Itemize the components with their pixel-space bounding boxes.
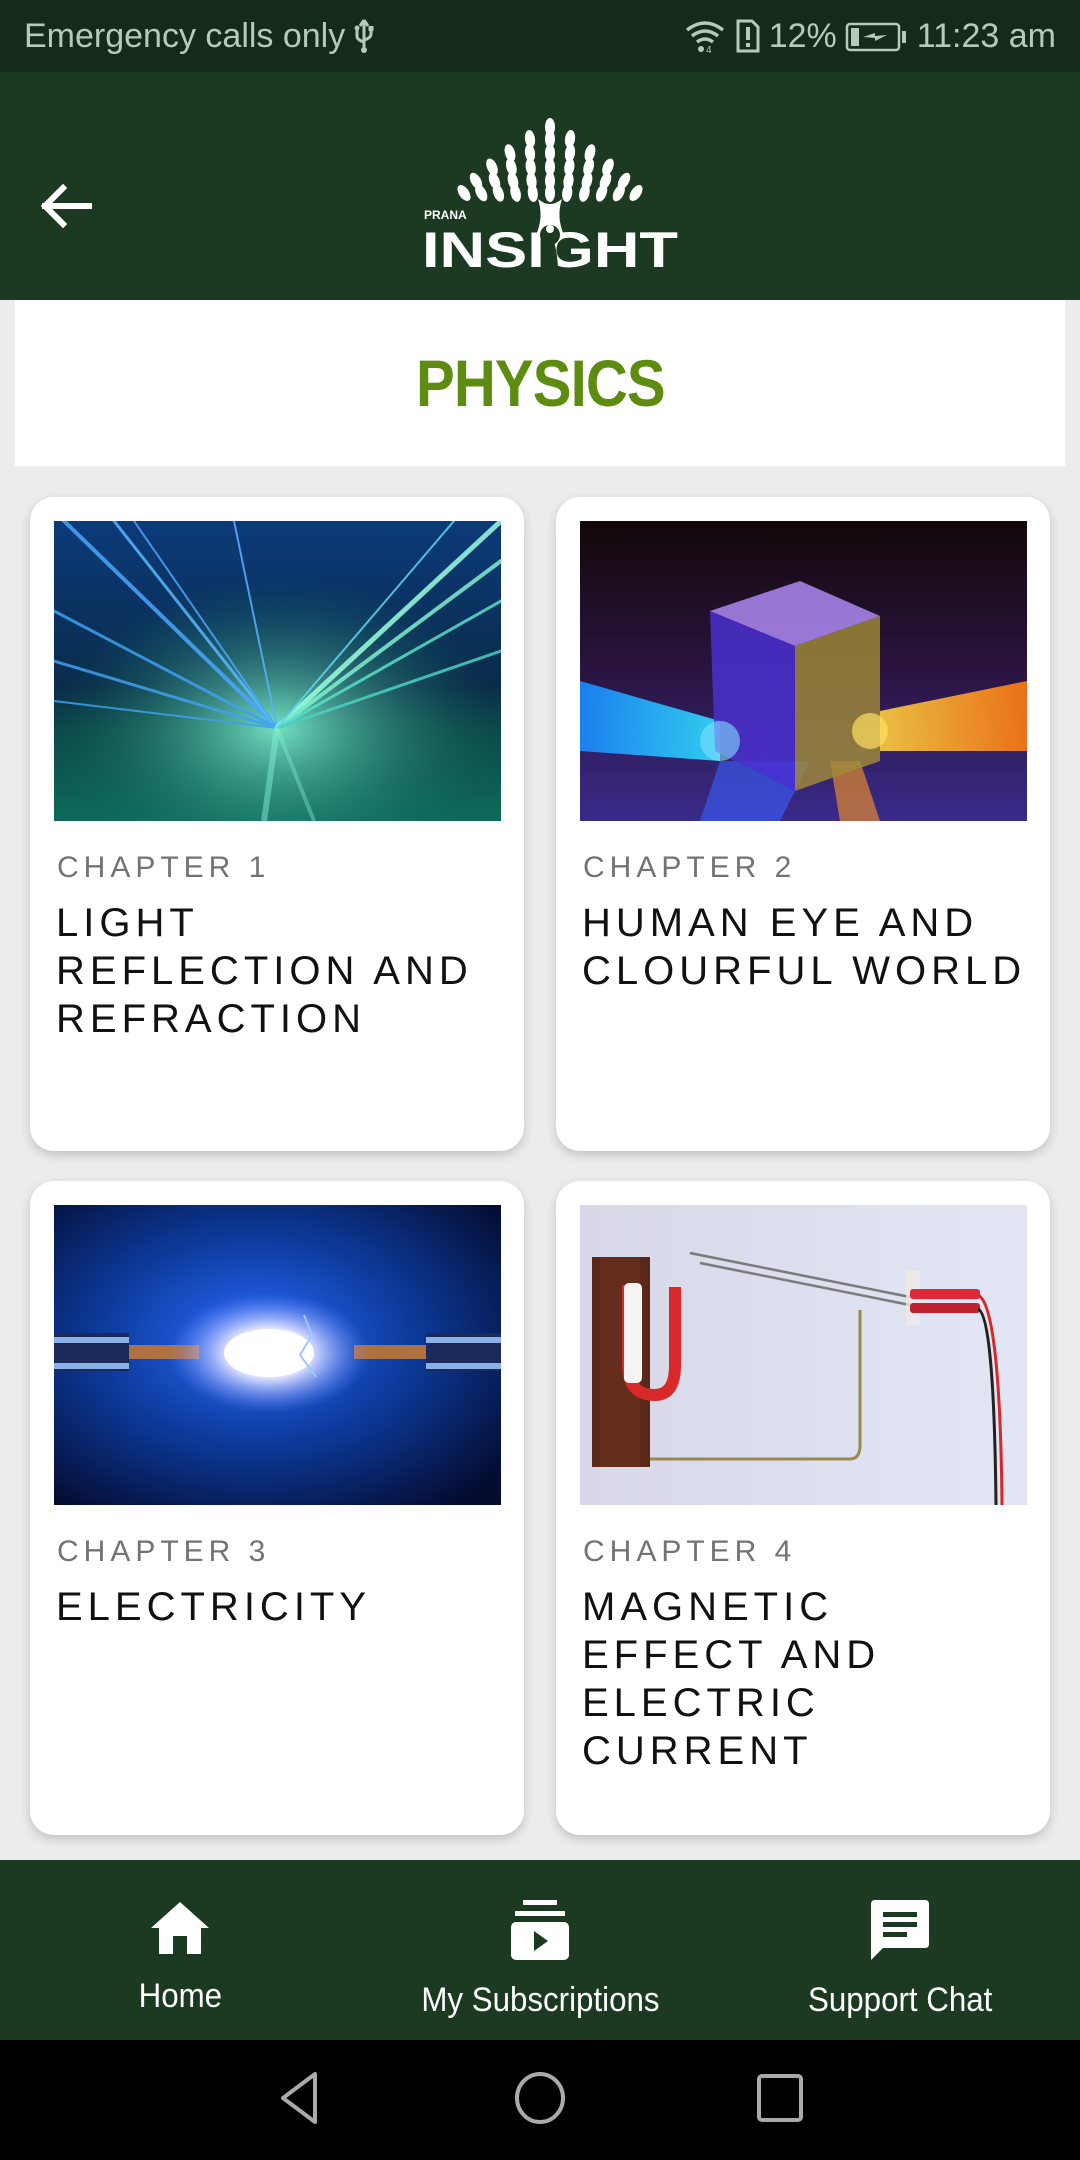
logo-leaf [629,185,643,201]
system-nav-bar [0,2040,1080,2160]
chat-icon [869,1898,931,1967]
chapter-label: CHAPTER 2 [583,851,797,884]
sim-alert-icon [735,18,761,54]
electric-spark-image [54,1205,501,1505]
magnet-apparatus-image [580,1205,1027,1505]
battery-charging-icon [845,18,909,54]
nav-home-label: Home [138,1977,222,2015]
chapter-card[interactable]: CHAPTER 4 MAGNETIC EFFECT AND ELECTRIC C… [556,1181,1050,1835]
prism-light-image [580,521,1027,821]
status-bar: Emergency calls only 4 12% 11:23 am [0,0,1080,72]
tree-logo-icon: PRANA INSIGHT [422,118,678,278]
chapter-title: LIGHT REFLECTION AND REFRACTION [56,901,473,1041]
page-title: PHYSICS [415,346,666,420]
chapter-title: HUMAN EYE AND CLOURFUL WORLD [582,901,1027,993]
recents-square-icon [755,2070,805,2131]
logo-leaf [457,185,471,201]
nav-subscriptions-label: My Subscriptions [420,1981,660,2019]
home-circle-icon [512,2070,568,2131]
svg-text:4: 4 [706,45,712,54]
arrow-left-icon [39,179,93,238]
carrier-text: Emergency calls only [24,16,346,55]
clock: 11:23 am [916,16,1056,55]
back-triangle-icon [275,2070,325,2131]
home-icon [149,1898,211,1963]
nav-subscriptions[interactable]: My Subscriptions [360,1860,720,2040]
nav-support-chat-label: Support Chat [807,1981,993,2019]
chapter-title: MAGNETIC EFFECT AND ELECTRIC CURRENT [582,1585,881,1773]
chapter-title: ELECTRICITY [56,1585,372,1629]
nav-home[interactable]: Home [0,1860,360,2040]
chapter-label: CHAPTER 3 [57,1535,271,1568]
nav-support-chat[interactable]: Support Chat [720,1860,1080,2040]
chapter-label: CHAPTER 1 [57,851,271,884]
app-logo: PRANA INSIGHT [420,117,680,278]
logo-small-text: PRANA [424,208,467,222]
bottom-nav: Home My Subscriptions Support Chat [0,1860,1080,2040]
logo-leaf [545,184,555,202]
system-back-button[interactable] [260,2060,340,2140]
laser-beams-image [54,521,501,821]
subject-header: PHYSICS [15,300,1065,466]
chapter-label: CHAPTER 4 [583,1535,797,1568]
back-button[interactable] [30,172,102,244]
app-bar: PRANA INSIGHT [0,72,1080,300]
wifi-icon: 4 [683,18,727,54]
battery-percent: 12% [768,16,837,55]
system-home-button[interactable] [500,2060,580,2140]
system-recents-button[interactable] [740,2060,820,2140]
chapter-card[interactable]: CHAPTER 3 ELECTRICITY [30,1181,524,1835]
chapter-card[interactable]: CHAPTER 1 LIGHT REFLECTION AND REFRACTIO… [30,497,524,1151]
chapter-card[interactable]: CHAPTER 2 HUMAN EYE AND CLOURFUL WORLD [556,497,1050,1151]
subscriptions-icon [509,1898,571,1967]
usb-icon [353,18,375,54]
